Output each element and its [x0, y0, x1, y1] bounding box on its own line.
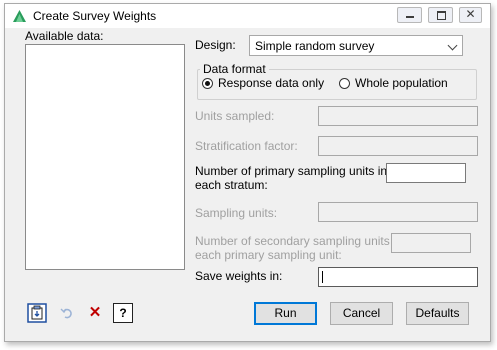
- units-sampled-input[interactable]: [319, 107, 477, 125]
- stratification-factor-input[interactable]: [319, 137, 477, 155]
- help-button[interactable]: ?: [113, 303, 133, 323]
- app-icon: [13, 10, 26, 22]
- stratification-factor-label: Stratification factor:: [195, 139, 298, 153]
- sampling-units-label: Sampling units:: [195, 206, 278, 220]
- radio-whole-population[interactable]: [339, 78, 350, 89]
- restore-defaults-button[interactable]: [57, 303, 77, 323]
- defaults-button[interactable]: Defaults: [406, 302, 469, 325]
- copy-to-clipboard-button[interactable]: [27, 303, 47, 323]
- run-button[interactable]: Run: [254, 302, 317, 325]
- secondary-units-input[interactable]: [392, 234, 470, 252]
- minimize-icon: [406, 16, 414, 18]
- clear-icon: ✕: [88, 304, 102, 321]
- text-caret: [322, 271, 323, 283]
- chevron-down-icon: [447, 40, 458, 51]
- primary-units-field[interactable]: [386, 163, 466, 183]
- available-data-label: Available data:: [25, 29, 104, 43]
- radio-selected-dot: [205, 81, 210, 86]
- clipboard-icon: [27, 303, 47, 323]
- available-data-list[interactable]: [25, 44, 185, 270]
- undo-icon: [60, 308, 72, 319]
- sampling-units-field[interactable]: [318, 202, 478, 222]
- help-icon: ?: [119, 306, 127, 320]
- stratification-factor-field[interactable]: [318, 136, 478, 156]
- secondary-units-field[interactable]: [391, 233, 471, 253]
- maximize-icon: [437, 11, 446, 20]
- radio-label-response-data-only[interactable]: Response data only: [218, 76, 324, 90]
- secondary-units-label-line2: each primary sampling unit:: [195, 248, 342, 262]
- maximize-button[interactable]: [428, 7, 453, 23]
- units-sampled-field[interactable]: [318, 106, 478, 126]
- units-sampled-label: Units sampled:: [195, 109, 275, 123]
- primary-units-label-line2: each stratum:: [195, 178, 268, 192]
- design-selected-value: Simple random survey: [255, 39, 375, 53]
- close-icon: ✕: [465, 7, 476, 21]
- design-select[interactable]: Simple random survey: [249, 35, 463, 56]
- clear-button[interactable]: ✕: [85, 303, 105, 323]
- data-format-legend: Data format: [200, 62, 269, 76]
- radio-response-data-only[interactable]: [202, 78, 213, 89]
- title-bar: Create Survey Weights ✕: [5, 4, 490, 28]
- sampling-units-input[interactable]: [319, 203, 477, 221]
- window-title: Create Survey Weights: [33, 9, 157, 23]
- radio-label-whole-population[interactable]: Whole population: [355, 76, 448, 90]
- close-button[interactable]: ✕: [459, 7, 482, 23]
- save-weights-input[interactable]: [319, 268, 477, 286]
- save-weights-label: Save weights in:: [195, 269, 283, 283]
- minimize-button[interactable]: [397, 7, 422, 23]
- dialog-window: Create Survey Weights ✕ Available data: …: [4, 3, 491, 342]
- primary-units-input[interactable]: [387, 164, 465, 182]
- primary-units-label-line1: Number of primary sampling units in: [195, 164, 388, 178]
- secondary-units-label-line1: Number of secondary sampling units in: [195, 234, 403, 248]
- save-weights-field[interactable]: [318, 267, 478, 287]
- cancel-button[interactable]: Cancel: [330, 302, 393, 325]
- design-label: Design:: [195, 38, 236, 52]
